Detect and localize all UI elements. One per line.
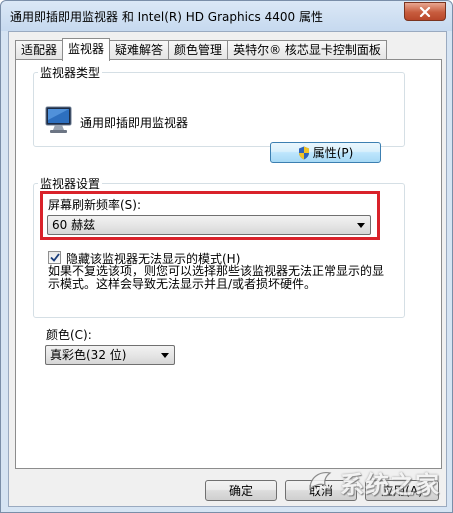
hide-modes-checkbox[interactable] (48, 251, 61, 264)
monitor-type-label: 监视器类型 (38, 64, 103, 81)
colors-select[interactable]: 真彩色(32 位) (45, 345, 175, 365)
monitor-properties-button[interactable]: 属性(P) (270, 142, 381, 163)
monitor-type-group (33, 72, 405, 147)
monitor-tab-panel: 监视器类型 通用即插即用监视器 属性(P) 监视器设置 屏幕刷新频率(S): 6… (15, 59, 442, 469)
hide-modes-description: 如果不复选该项，则您可以选择那些该监视器无法正常显示的显示模式。这样会导致无法显… (48, 264, 385, 291)
dialog-client: 适配器 监视器 疑难解答 颜色管理 英特尔® 核芯显卡控制面板 监视器类型 通用… (8, 31, 447, 507)
title-bar[interactable]: 通用即插即用监视器 和 Intel(R) HD Graphics 4400 属性 (1, 1, 452, 31)
tab-troubleshoot[interactable]: 疑难解答 (109, 40, 170, 60)
watermark: 系统之家 (306, 462, 446, 502)
watermark-text: 系统之家 (340, 470, 440, 499)
tab-intel-graphics-panel[interactable]: 英特尔® 核芯显卡控制面板 (227, 40, 387, 60)
uac-shield-icon (298, 146, 309, 159)
close-button[interactable] (404, 2, 446, 21)
close-icon (419, 6, 431, 17)
ok-button[interactable]: 确定 (205, 480, 277, 501)
watermark-logo-icon (309, 472, 332, 494)
properties-window: 通用即插即用监视器 和 Intel(R) HD Graphics 4400 属性… (0, 0, 453, 513)
checkmark-icon (49, 253, 60, 262)
tab-monitor[interactable]: 监视器 (62, 38, 111, 61)
monitor-properties-label: 属性(P) (312, 146, 354, 160)
monitor-icon (45, 106, 72, 133)
tab-color-management[interactable]: 颜色管理 (168, 40, 229, 60)
refresh-rate-highlight (40, 191, 380, 240)
window-title: 通用即插即用监视器 和 Intel(R) HD Graphics 4400 属性 (10, 10, 323, 24)
tab-strip: 适配器 监视器 疑难解答 颜色管理 英特尔® 核芯显卡控制面板 (15, 38, 387, 61)
tab-adapter[interactable]: 适配器 (15, 40, 64, 60)
colors-value: 真彩色(32 位) (50, 348, 127, 362)
chevron-down-icon (161, 353, 169, 358)
monitor-name: 通用即插即用监视器 (80, 116, 189, 130)
colors-label: 颜色(C): (46, 328, 92, 342)
monitor-settings-label: 监视器设置 (38, 175, 103, 192)
ok-label: 确定 (228, 484, 253, 498)
